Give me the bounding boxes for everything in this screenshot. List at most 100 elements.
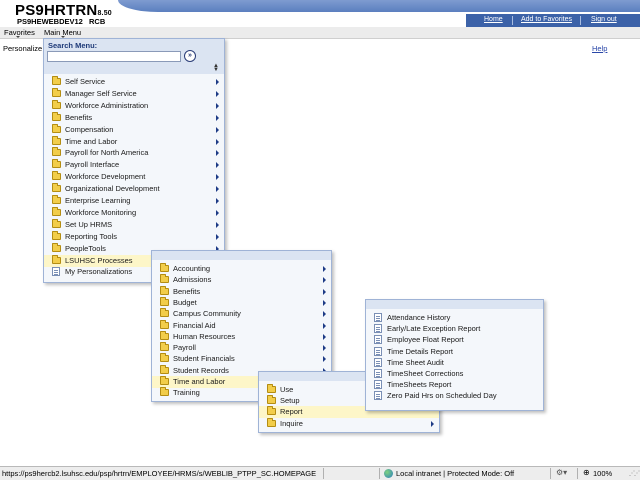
folder-icon <box>52 123 61 133</box>
lsuhsc-item-student-financials[interactable]: Student Financials <box>152 353 331 365</box>
menu-item-label: Enterprise Learning <box>65 196 131 205</box>
lsuhsc-item-payroll[interactable]: Payroll <box>152 342 331 354</box>
lsuhsc-item-budget[interactable]: Budget <box>152 296 331 309</box>
report-item-timesheets-report[interactable]: TimeSheets Report <box>366 379 543 391</box>
folder-icon <box>52 218 61 228</box>
security-zone: Local intranet | Protected Mode: Off <box>396 469 515 478</box>
menu-item-label: Human Resources <box>173 331 236 341</box>
sort-arrows-icon[interactable]: ▲ ▼ <box>213 63 219 73</box>
menu-item-label: Workforce Administration <box>65 100 149 110</box>
lsuhsc-item-admissions[interactable]: Admissions <box>152 274 331 286</box>
sign-out-link[interactable]: Sign out <box>591 16 617 23</box>
page-icon <box>374 369 382 378</box>
server-name: PS9HEWEBDEV12 <box>17 17 83 26</box>
header-banner <box>118 0 640 12</box>
page-icon <box>374 313 382 322</box>
menu-item-label: Self Service <box>65 77 106 86</box>
folder-icon <box>52 171 61 181</box>
time-labor-item-inquire[interactable]: Inquire <box>259 417 439 430</box>
menu-item-label: Set Up HRMS <box>65 219 113 229</box>
main-menu-item-benefits[interactable]: Benefits <box>44 111 224 124</box>
chevron-right-icon <box>216 126 219 133</box>
menu-item-label: Use <box>280 385 294 394</box>
status-url: https://ps9hercb2.lsuhsc.edu/psp/hrtrn/E… <box>2 469 317 478</box>
main-menu-item-manager-self-service[interactable]: Manager Self Service <box>44 87 224 100</box>
search-menu-title: Search Menu: <box>48 41 98 50</box>
main-menu-item-self-service[interactable]: Self Service <box>44 76 224 88</box>
lsuhsc-item-human-resources[interactable]: Human Resources <box>152 330 331 343</box>
main-menu-item-payroll-for-north-america[interactable]: Payroll for North America <box>44 147 224 159</box>
status-divider <box>577 468 578 479</box>
page-icon <box>374 324 382 334</box>
home-link[interactable]: Home <box>484 16 503 23</box>
chevron-right-icon <box>323 288 326 295</box>
main-menu-item-workforce-development[interactable]: Workforce Development <box>44 171 224 183</box>
menu-item-label: Employee Float Report <box>387 335 464 345</box>
report-item-time-sheet-audit[interactable]: Time Sheet Audit <box>366 357 543 369</box>
personalize-link[interactable]: Personalize <box>3 44 42 53</box>
lsuhsc-item-accounting[interactable]: Accounting <box>152 263 331 275</box>
folder-icon <box>52 206 61 216</box>
browser-window: { "header": { "brand_main": "PS9HRTRN", … <box>0 0 640 480</box>
folder-icon <box>52 87 61 97</box>
folder-icon <box>160 274 169 284</box>
menu-item-label: Time Sheet Audit <box>387 357 444 367</box>
main-menu-item-set-up-hrms[interactable]: Set Up HRMS <box>44 218 224 231</box>
menu-item-label: LSUHSC Processes <box>65 255 133 265</box>
report-item-time-details-report[interactable]: Time Details Report <box>366 346 543 358</box>
header-nav: Home Add to Favorites Sign out <box>466 14 640 27</box>
add-to-favorites-link[interactable]: Add to Favorites <box>521 16 572 23</box>
protected-mode-icon[interactable]: ⚙▾ <box>556 468 567 477</box>
chevron-right-icon <box>216 138 219 145</box>
folder-icon <box>52 242 61 252</box>
folder-icon <box>52 230 61 240</box>
folder-icon <box>52 99 61 109</box>
zoom-icon[interactable]: ⊕ <box>583 468 590 477</box>
lsuhsc-item-campus-community[interactable]: Campus Community <box>152 308 331 320</box>
search-go-button[interactable]: » <box>184 50 196 62</box>
main-menu-item-workforce-administration[interactable]: Workforce Administration <box>44 99 224 112</box>
page-icon <box>374 380 382 390</box>
folder-icon <box>160 364 169 374</box>
lsuhsc-item-financial-aid[interactable]: Financial Aid <box>152 319 331 332</box>
chevron-right-icon <box>323 299 326 306</box>
folder-icon <box>52 111 61 121</box>
report-item-zero-paid-hrs-on-scheduled-day[interactable]: Zero Paid Hrs on Scheduled Day <box>366 390 543 402</box>
folder-icon <box>160 342 169 352</box>
main-menu-item-time-and-labor[interactable]: Time and Labor <box>44 135 224 148</box>
resize-grip-icon[interactable]: ⋰⋰ <box>629 470 640 477</box>
folder-icon <box>52 254 61 264</box>
main-menu-item-workforce-monitoring[interactable]: Workforce Monitoring <box>44 206 224 219</box>
main-menu-item-enterprise-learning[interactable]: Enterprise Learning <box>44 195 224 207</box>
chevron-right-icon <box>216 174 219 181</box>
report-item-attendance-history[interactable]: Attendance History <box>366 312 543 324</box>
chevron-right-icon <box>216 209 219 216</box>
menu-item-label: Time Details Report <box>387 346 453 356</box>
report-item-timesheet-corrections[interactable]: TimeSheet Corrections <box>366 368 543 380</box>
menu-item-label: Workforce Monitoring <box>65 207 137 217</box>
menu-item-label: Time and Labor <box>173 377 226 386</box>
report-item-early-late-exception-report[interactable]: Early/Late Exception Report <box>366 323 543 335</box>
menu-item-label: Payroll <box>173 343 196 353</box>
main-menu-item-compensation[interactable]: Compensation <box>44 123 224 136</box>
report-item-employee-float-report[interactable]: Employee Float Report <box>366 334 543 346</box>
main-menu-item-payroll-interface[interactable]: Payroll Interface <box>44 159 224 171</box>
menu-item-label: Early/Late Exception Report <box>387 324 481 334</box>
menu-item-label: Organizational Development <box>65 184 160 194</box>
search-menu-input[interactable] <box>47 51 181 62</box>
folder-icon <box>160 296 169 306</box>
chevron-right-icon <box>216 114 219 121</box>
menu-item-label: Campus Community <box>173 309 241 319</box>
menu-item-label: Training <box>173 388 200 398</box>
user-id: RCB <box>89 17 106 26</box>
folder-icon <box>267 406 276 416</box>
main-menu-item-reporting-tools[interactable]: Reporting Tools <box>44 230 224 243</box>
folder-icon <box>160 376 169 385</box>
lsuhsc-item-benefits[interactable]: Benefits <box>152 285 331 298</box>
chevron-down-icon <box>16 36 20 38</box>
help-link[interactable]: Help <box>592 44 607 53</box>
menu-item-label: Financial Aid <box>173 320 216 330</box>
zoom-level[interactable]: 100% <box>593 469 612 478</box>
chevron-right-icon <box>216 150 219 157</box>
main-menu-item-organizational-development[interactable]: Organizational Development <box>44 183 224 195</box>
